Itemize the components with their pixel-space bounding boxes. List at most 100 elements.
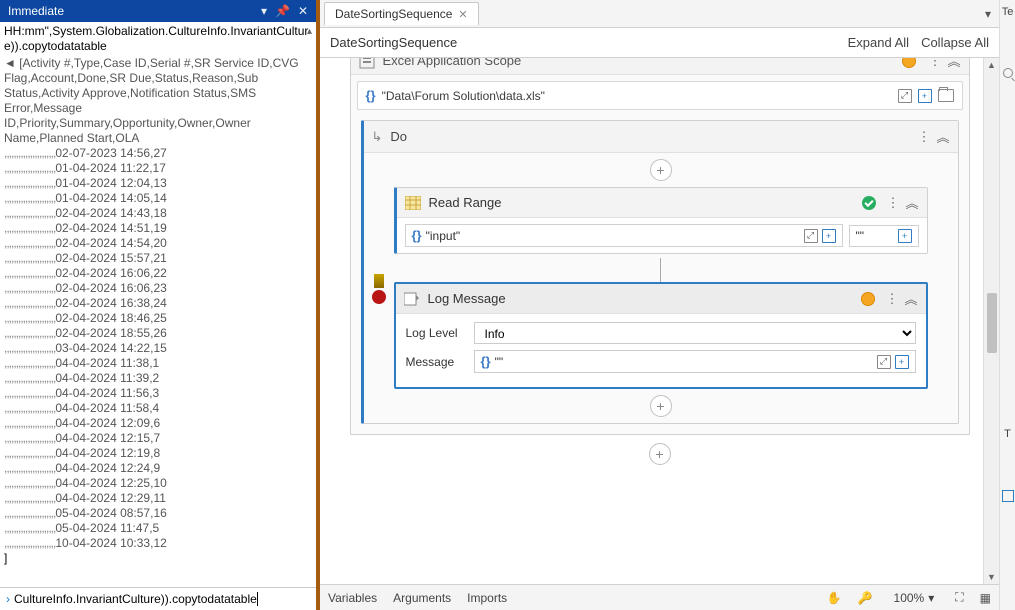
scroll-up-icon[interactable]: ▴: [307, 24, 312, 39]
log-level-select[interactable]: Info: [474, 322, 916, 344]
immediate-row: ,,,,,,,,,,,,,,,,,,,,,,02-07-2023 14:56,2…: [4, 146, 312, 161]
breadcrumb[interactable]: DateSortingSequence: [330, 35, 457, 50]
pin-icon[interactable]: 📌: [275, 4, 290, 18]
breakpoint-icon[interactable]: [372, 290, 386, 304]
immediate-row: ,,,,,,,,,,,,,,,,,,,,,,02-04-2024 15:57,2…: [4, 251, 312, 266]
fit-screen-icon[interactable]: ⛶: [955, 590, 963, 605]
more-icon[interactable]: ⋮: [917, 129, 930, 145]
warning-icon[interactable]: [902, 58, 916, 68]
plus-icon[interactable]: +: [918, 89, 932, 103]
prompt-icon: ›: [6, 592, 10, 606]
read-range-title: Read Range: [429, 195, 502, 210]
overview-icon[interactable]: ▦: [980, 591, 991, 605]
tab-datesortingsequence[interactable]: DateSortingSequence ✕: [324, 2, 479, 25]
immediate-row: ,,,,,,,,,,,,,,,,,,,,,,04-04-2024 12:09,6: [4, 416, 312, 431]
plus-icon[interactable]: +: [895, 355, 909, 369]
immediate-row: ,,,,,,,,,,,,,,,,,,,,,,03-04-2024 14:22,1…: [4, 341, 312, 356]
do-title: Do: [390, 129, 407, 144]
immediate-row: ,,,,,,,,,,,,,,,,,,,,,,04-04-2024 12:29,1…: [4, 491, 312, 506]
immediate-row: ,,,,,,,,,,,,,,,,,,,,,,01-04-2024 14:05,1…: [4, 191, 312, 206]
immediate-row: ,,,,,,,,,,,,,,,,,,,,,,04-04-2024 12:24,9: [4, 461, 312, 476]
zoom-icon[interactable]: 🔑: [858, 591, 873, 605]
add-activity-top[interactable]: +: [650, 159, 672, 181]
canvas-scrollbar[interactable]: ▲ ▼: [983, 58, 999, 584]
immediate-header: Immediate ▾ 📌 ✕: [0, 0, 316, 22]
sheet-field[interactable]: {} "input" ⤢ +: [405, 224, 843, 247]
immediate-row: ,,,,,,,,,,,,,,,,,,,,,,04-04-2024 11:58,4: [4, 401, 312, 416]
plus-icon[interactable]: +: [898, 229, 912, 243]
immediate-row: ,,,,,,,,,,,,,,,,,,,,,,04-04-2024 12:19,8: [4, 446, 312, 461]
pan-icon[interactable]: ✋: [827, 591, 842, 605]
collapse-icon[interactable]: ︽: [936, 127, 949, 146]
right-dock-strip: Te T: [999, 0, 1015, 610]
scroll-up-icon[interactable]: ▲: [987, 60, 996, 70]
zoom-level[interactable]: 100% ▾: [889, 589, 940, 607]
right-tab-te[interactable]: Te: [1002, 6, 1014, 18]
immediate-input[interactable]: CultureInfo.InvariantCulture)).copytodat…: [14, 592, 310, 606]
close-icon[interactable]: ✕: [298, 4, 308, 18]
range-value: "": [856, 229, 865, 243]
scroll-down-icon[interactable]: ▼: [987, 572, 996, 582]
dropdown-icon[interactable]: ▾: [261, 4, 267, 18]
immediate-row: ,,,,,,,,,,,,,,,,,,,,,,02-04-2024 18:55,2…: [4, 326, 312, 341]
collapse-all-link[interactable]: Collapse All: [921, 35, 989, 50]
more-icon[interactable]: ⋮: [885, 291, 898, 307]
expand-editor-icon[interactable]: ⤢: [804, 229, 818, 243]
braces-icon: {}: [366, 88, 376, 103]
excel-application-scope[interactable]: Excel Application Scope ⋮ ︽ {} "Data\For…: [350, 58, 970, 435]
do-sequence[interactable]: ↳ Do ⋮ ︽ + Read Ran: [361, 120, 959, 424]
arguments-tab[interactable]: Arguments: [393, 591, 451, 605]
immediate-row: ,,,,,,,,,,,,,,,,,,,,,,02-04-2024 16:06,2…: [4, 266, 312, 281]
add-activity-bottom[interactable]: +: [650, 395, 672, 417]
imports-tab[interactable]: Imports: [467, 591, 507, 605]
right-box-icon[interactable]: [1002, 490, 1014, 502]
log-message-activity[interactable]: Log Message ⋮ ︽ Log Level Info: [394, 282, 928, 389]
tab-overflow-icon[interactable]: ▾: [985, 7, 991, 21]
immediate-row: ,,,,,,,,,,,,,,,,,,,,,,02-04-2024 14:51,1…: [4, 221, 312, 236]
variables-tab[interactable]: Variables: [328, 591, 377, 605]
immediate-row: ,,,,,,,,,,,,,,,,,,,,,,01-04-2024 12:04,1…: [4, 176, 312, 191]
immediate-columns: ◄ [Activity #,Type,Case ID,Serial #,SR S…: [4, 56, 312, 146]
immediate-input-row[interactable]: › CultureInfo.InvariantCulture)).copytod…: [0, 587, 316, 610]
designer-area: DateSortingSequence ✕ ▾ DateSortingSeque…: [320, 0, 999, 610]
right-tab-t[interactable]: T: [1004, 428, 1011, 440]
breadcrumb-bar: DateSortingSequence Expand All Collapse …: [320, 28, 999, 58]
log-icon: [404, 292, 420, 306]
workflow-canvas[interactable]: ▲ ▼ Excel Application Scope ⋮ ︽ {}: [320, 58, 999, 584]
immediate-row: ,,,,,,,,,,,,,,,,,,,,,,04-04-2024 12:15,7: [4, 431, 312, 446]
log-title: Log Message: [428, 291, 506, 306]
search-icon[interactable]: [1003, 68, 1013, 78]
warning-icon[interactable]: [861, 292, 875, 306]
expand-editor-icon[interactable]: ⤢: [898, 89, 912, 103]
plus-icon[interactable]: +: [822, 229, 836, 243]
range-field[interactable]: "" +: [849, 225, 919, 247]
scope-title: Excel Application Scope: [383, 58, 522, 68]
tab-close-icon[interactable]: ✕: [458, 8, 467, 21]
immediate-row: ,,,,,,,,,,,,,,,,,,,,,,05-04-2024 11:47,5: [4, 521, 312, 536]
more-icon[interactable]: ⋮: [928, 58, 941, 69]
more-icon[interactable]: ⋮: [886, 195, 899, 211]
immediate-row: ,,,,,,,,,,,,,,,,,,,,,,02-04-2024 18:46,2…: [4, 311, 312, 326]
read-range-activity[interactable]: Read Range ⋮ ︽ {} "input": [394, 187, 928, 254]
readrange-icon: [405, 196, 421, 210]
collapse-icon[interactable]: ︽: [905, 193, 918, 212]
collapse-icon[interactable]: ︽: [904, 289, 917, 308]
expand-editor-icon[interactable]: ⤢: [877, 355, 891, 369]
bookmark-icon: [374, 274, 384, 288]
immediate-panel: Immediate ▾ 📌 ✕ ▴ HH:mm",System.Globaliz…: [0, 0, 320, 610]
scroll-thumb[interactable]: [987, 293, 997, 353]
add-activity-outer[interactable]: +: [649, 443, 671, 465]
immediate-row: ,,,,,,,,,,,,,,,,,,,,,,02-04-2024 16:06,2…: [4, 281, 312, 296]
collapse-icon[interactable]: ︽: [947, 58, 960, 70]
braces-icon: {}: [481, 354, 491, 369]
immediate-body[interactable]: ▴ HH:mm",System.Globalization.CultureInf…: [0, 22, 316, 587]
tab-bar: DateSortingSequence ✕ ▾: [320, 0, 999, 28]
tab-label: DateSortingSequence: [335, 7, 452, 21]
folder-icon[interactable]: [938, 89, 954, 102]
workbook-path[interactable]: "Data\Forum Solution\data.xls": [382, 89, 892, 103]
immediate-expression: HH:mm",System.Globalization.CultureInfo.…: [4, 24, 312, 54]
message-field[interactable]: {} "" ⤢ +: [474, 350, 916, 373]
expand-all-link[interactable]: Expand All: [848, 35, 909, 50]
immediate-row: ,,,,,,,,,,,,,,,,,,,,,,04-04-2024 11:39,2: [4, 371, 312, 386]
immediate-row: ,,,,,,,,,,,,,,,,,,,,,,02-04-2024 14:43,1…: [4, 206, 312, 221]
